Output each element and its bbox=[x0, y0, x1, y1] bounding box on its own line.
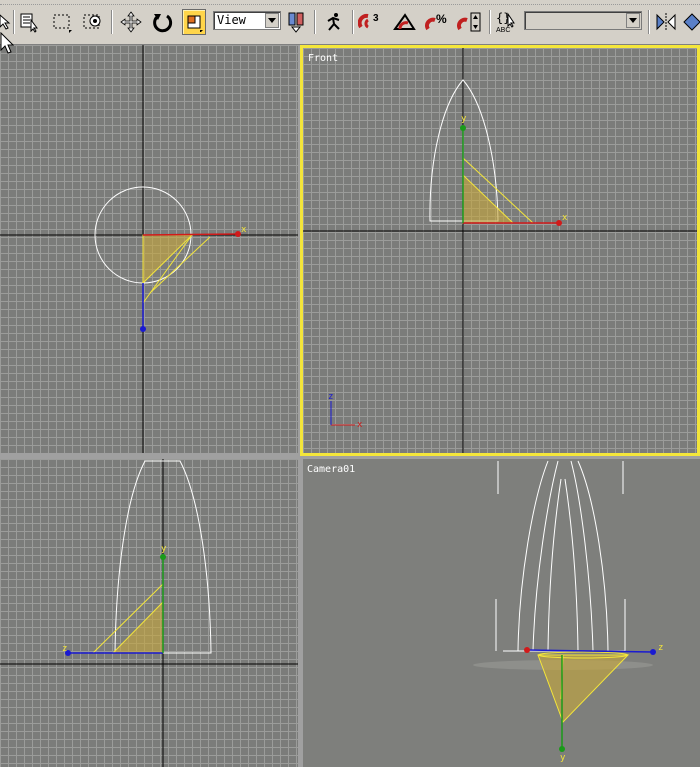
mirror-icon[interactable] bbox=[654, 9, 678, 35]
left-scene: z y bbox=[0, 459, 298, 767]
gizmo-x-label: x bbox=[241, 225, 247, 235]
viewport-front[interactable]: Front x y x z bbox=[300, 45, 700, 456]
object-outline bbox=[564, 478, 579, 652]
toolbar-separator bbox=[352, 10, 354, 34]
spinner-snap-icon[interactable] bbox=[457, 9, 481, 35]
object-outline bbox=[532, 460, 559, 652]
gizmo-z-handle[interactable] bbox=[140, 326, 146, 332]
reference-coordinate-value: View bbox=[217, 13, 246, 27]
front-scene: x y x z bbox=[303, 48, 697, 453]
light-cone bbox=[462, 173, 515, 224]
viewport-top[interactable]: x bbox=[0, 45, 298, 453]
top-scene: x bbox=[0, 45, 298, 453]
rectangular-selection-icon[interactable] bbox=[50, 9, 74, 35]
viewport-camera[interactable]: Camera01 z y bbox=[303, 459, 700, 767]
light-cone bbox=[111, 600, 164, 654]
orientation-label-x: x bbox=[357, 420, 363, 430]
menu-remnant bbox=[0, 0, 700, 5]
viewport-left[interactable]: z y bbox=[0, 459, 298, 767]
orientation-label-z: z bbox=[328, 392, 333, 402]
gizmo-y-label: y bbox=[161, 544, 167, 554]
gizmo-y-handle[interactable] bbox=[160, 554, 166, 560]
window-crossing-icon[interactable] bbox=[81, 9, 105, 35]
gizmo-z-label: z bbox=[62, 644, 67, 654]
gizmo-y-label: y bbox=[560, 753, 566, 763]
object-outline bbox=[547, 478, 562, 652]
gizmo-x-handle[interactable] bbox=[524, 647, 530, 653]
chevron-down-icon bbox=[626, 13, 640, 28]
toolbar-separator bbox=[13, 10, 15, 34]
align-icon[interactable] bbox=[682, 9, 700, 35]
main-toolbar: View 3 % {} ABC bbox=[0, 0, 700, 45]
toolbar-separator bbox=[111, 10, 113, 34]
angle-snap-icon[interactable] bbox=[392, 9, 416, 35]
gizmo-z-axis bbox=[526, 649, 654, 653]
snap-3d-icon[interactable]: 3 bbox=[358, 9, 382, 35]
object-outline bbox=[570, 460, 594, 652]
reference-coordinate-dropdown[interactable]: View bbox=[213, 11, 281, 30]
move-icon[interactable] bbox=[119, 9, 143, 35]
named-selection-set-dropdown[interactable] bbox=[524, 11, 642, 30]
mouse-pointer-icon bbox=[0, 32, 14, 54]
object-outline bbox=[577, 460, 609, 652]
gizmo-x-axis bbox=[142, 233, 239, 236]
toolbar-separator bbox=[314, 10, 316, 34]
gizmo-z-label: z bbox=[658, 643, 663, 653]
gizmo-z-handle[interactable] bbox=[650, 649, 656, 655]
rotate-icon[interactable] bbox=[151, 9, 175, 35]
toolbar-separator bbox=[648, 10, 650, 34]
manipulate-icon[interactable] bbox=[322, 9, 346, 35]
select-by-name-icon[interactable] bbox=[18, 9, 42, 35]
light-cone bbox=[537, 654, 630, 723]
named-selection-icon[interactable]: {} ABC bbox=[494, 9, 518, 35]
chevron-down-icon bbox=[265, 13, 279, 28]
svg-text:3: 3 bbox=[373, 13, 379, 24]
svg-text:ABC: ABC bbox=[496, 27, 510, 34]
gizmo-y-handle[interactable] bbox=[460, 125, 466, 131]
percent-snap-icon[interactable]: % bbox=[425, 9, 449, 35]
gizmo-y-handle[interactable] bbox=[559, 746, 565, 752]
svg-text:%: % bbox=[436, 12, 447, 26]
gizmo-x-label: x bbox=[562, 213, 568, 223]
camera-scene: z y bbox=[473, 460, 663, 763]
scale-icon[interactable] bbox=[182, 9, 206, 35]
object-outline bbox=[517, 460, 549, 652]
gizmo-y-label: y bbox=[461, 114, 467, 124]
pivot-center-icon[interactable] bbox=[285, 9, 309, 35]
toolbar-separator bbox=[489, 10, 491, 34]
